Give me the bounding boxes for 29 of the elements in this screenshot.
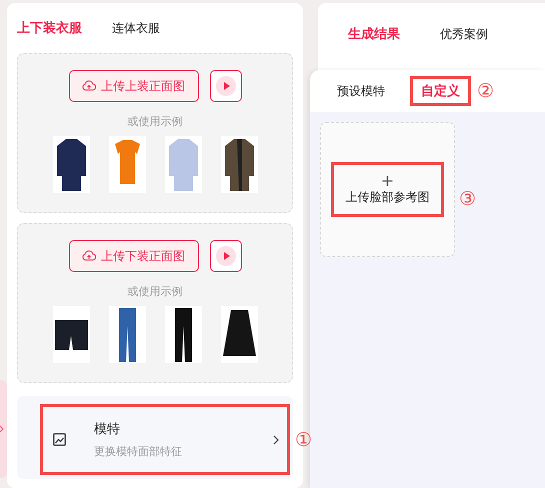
upload-button[interactable]: 上传下装正面图 <box>68 240 198 272</box>
plus-sign: + <box>380 173 394 189</box>
upload-label: 上传脸部参考图 <box>346 189 430 206</box>
chevron-right-icon <box>0 425 4 433</box>
model-tab[interactable]: 自定义 <box>410 76 471 106</box>
result-tab[interactable]: 生成结果 <box>348 25 400 43</box>
example-hint: 或使用示例 <box>128 114 182 129</box>
play-icon <box>216 76 236 96</box>
category-tab[interactable]: 上下装衣服 <box>17 19 82 37</box>
model-row[interactable]: 模特 更换模特面部特征 <box>17 396 293 479</box>
play-icon <box>216 246 236 266</box>
chevron-right-icon <box>273 434 279 444</box>
upload-button[interactable]: 上传上装正面图 <box>68 70 198 102</box>
step-marker: ② <box>477 82 494 100</box>
cloud-upload-icon <box>82 250 96 262</box>
play-button[interactable] <box>210 70 242 102</box>
model-title: 模特 <box>94 421 121 438</box>
cloud-upload-icon <box>82 80 96 92</box>
step-marker: ③ <box>459 190 476 209</box>
upload-tile[interactable]: + 上传脸部参考图 <box>320 122 455 257</box>
side-handle[interactable] <box>0 380 7 478</box>
model-tab[interactable]: 预设模特 <box>326 76 396 106</box>
image-icon <box>53 433 66 446</box>
step-marker: ① <box>295 431 312 450</box>
play-button[interactable] <box>210 240 242 272</box>
category-tab[interactable]: 连体衣服 <box>112 20 160 36</box>
example-hint: 或使用示例 <box>128 284 182 299</box>
result-tab[interactable]: 优秀案例 <box>440 26 488 42</box>
model-subtitle: 更换模特面部特征 <box>94 444 183 459</box>
